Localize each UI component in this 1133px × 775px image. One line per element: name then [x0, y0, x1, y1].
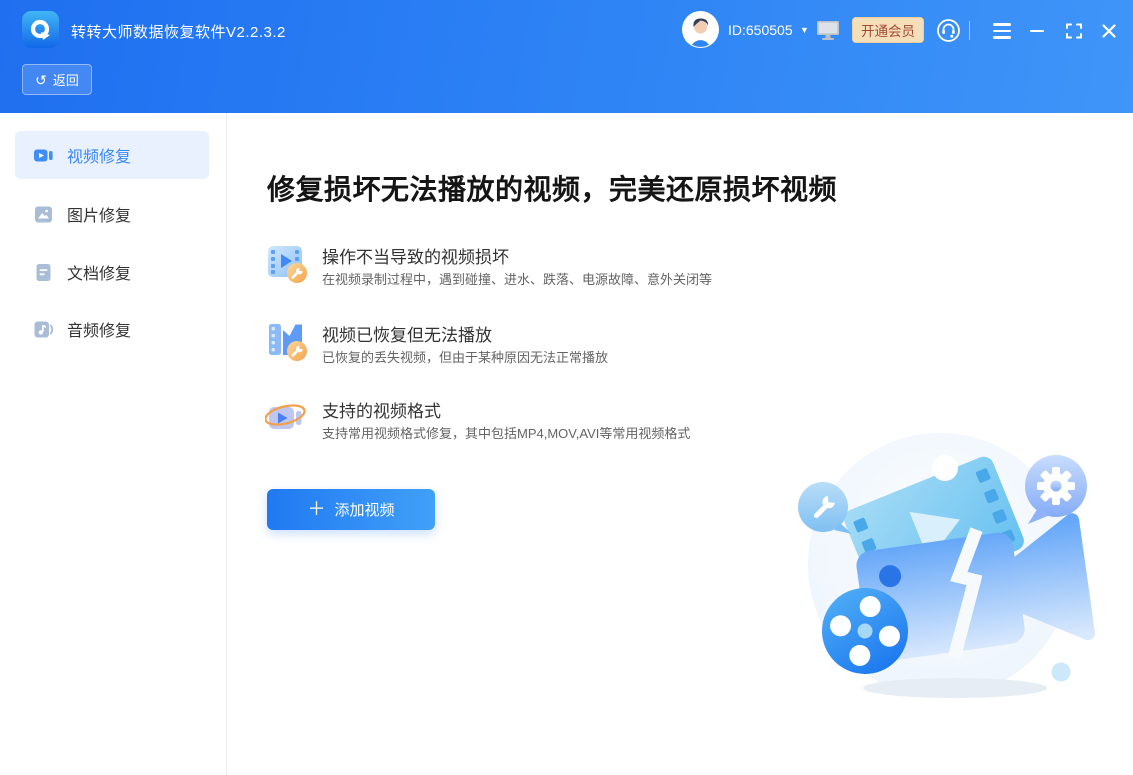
sidebar-item-label: 视频修复 [67, 143, 131, 167]
titlebar-divider [969, 21, 970, 40]
camera-orbit-icon [265, 395, 309, 439]
maximize-button[interactable] [1063, 20, 1085, 42]
sidebar-item-image-repair[interactable]: 图片修复 [15, 190, 209, 238]
sidebar-item-audio-repair[interactable]: 音频修复 [15, 305, 209, 353]
feature-desc: 已恢复的丢失视频，但由于某种原因无法正常播放 [322, 347, 608, 366]
feature-desc: 支持常用视频格式修复，其中包括MP4,MOV,AVI等常用视频格式 [322, 423, 690, 442]
feature-title: 支持的视频格式 [322, 397, 441, 422]
back-arrow-icon: ↺ [35, 73, 47, 87]
sidebar-item-label: 图片修复 [67, 202, 131, 226]
video-repair-illustration [790, 420, 1130, 720]
back-button[interactable]: ↺ 返回 [22, 64, 92, 95]
feature-desc: 在视频录制过程中，遇到碰撞、进水、跌落、电源故障、意外关闭等 [322, 269, 712, 288]
sidebar-item-label: 文档修复 [67, 260, 131, 284]
customer-service-icon[interactable] [936, 18, 961, 48]
sidebar-item-document-repair[interactable]: 文档修复 [15, 248, 209, 296]
feature-title: 视频已恢复但无法播放 [322, 321, 492, 346]
back-label: 返回 [53, 70, 79, 89]
video-repair-icon [33, 145, 54, 166]
menu-button[interactable] [991, 20, 1013, 42]
vip-upgrade-button[interactable]: 开通会员 [852, 17, 924, 43]
document-repair-icon [33, 262, 54, 283]
avatar[interactable] [682, 11, 719, 48]
header: 转转大师数据恢复软件V2.2.3.2 ID:650505 ▼ 开通会员 [0, 0, 1133, 113]
sidebar-item-label: 音频修复 [67, 317, 131, 341]
app-window: 转转大师数据恢复软件V2.2.3.2 ID:650505 ▼ 开通会员 [0, 0, 1133, 775]
sidebar: 视频修复 图片修复 文档修复 [0, 113, 227, 775]
feature-title: 操作不当导致的视频损坏 [322, 243, 509, 268]
image-repair-icon [33, 204, 54, 225]
page-title: 修复损坏无法播放的视频，完美还原损坏视频 [267, 168, 837, 208]
plus-icon: ＋ [307, 500, 325, 518]
user-id[interactable]: ID:650505 [728, 22, 793, 38]
filmstrip-wrench-icon [265, 319, 309, 363]
film-wrench-icon [265, 241, 309, 285]
app-title: 转转大师数据恢复软件V2.2.3.2 [71, 21, 286, 42]
sidebar-item-video-repair[interactable]: 视频修复 [15, 131, 209, 179]
minimize-button[interactable] [1026, 20, 1048, 42]
close-button[interactable] [1098, 20, 1120, 42]
device-monitor-icon[interactable] [816, 20, 840, 46]
add-video-label: 添加视频 [334, 499, 394, 520]
chevron-down-icon[interactable]: ▼ [800, 25, 809, 35]
app-logo-icon [22, 11, 59, 48]
add-video-button[interactable]: ＋ 添加视频 [267, 489, 435, 530]
audio-repair-icon [33, 319, 54, 340]
main-panel: 修复损坏无法播放的视频，完美还原损坏视频 [228, 113, 1133, 775]
